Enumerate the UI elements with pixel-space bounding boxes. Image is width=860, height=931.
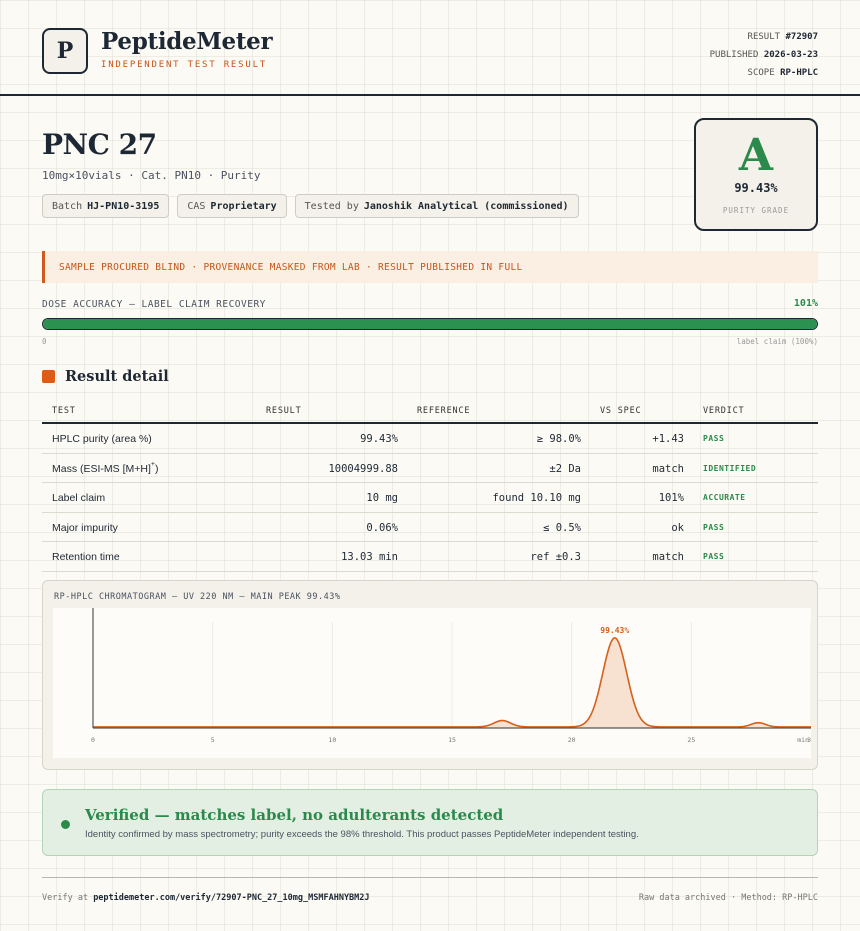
brand-subtitle: INDEPENDENT TEST RESULT: [101, 60, 268, 70]
chromatogram-chart: 051015202530min99.43%: [91, 608, 815, 744]
meta-result: RESULT #72907: [747, 32, 818, 42]
table-header: TEST RESULT REFERENCE VS SPEC VERDICT: [42, 398, 818, 424]
product-subtitle: 10mg×10vials · Cat. PN10 · Purity: [42, 169, 261, 182]
cell-verdict: IDENTIFIED: [703, 463, 757, 473]
cell-test: HPLC purity (area %): [52, 433, 152, 445]
x-tick-label: 5: [211, 736, 215, 744]
x-tick-label: 0: [91, 736, 95, 744]
verified-subtitle: Identity confirmed by mass spectrometry;…: [85, 829, 639, 840]
th-vs-spec: VS SPEC: [600, 406, 642, 416]
brand-name: PeptideMeter: [101, 28, 273, 55]
cell-vs-spec: match: [652, 551, 684, 563]
cell-test: Mass (ESI-MS [M+H]+): [52, 460, 159, 475]
x-tick-label: 15: [448, 736, 456, 744]
table-row: Label claim 10 mg found 10.10 mg 101% AC…: [42, 483, 818, 513]
footer-divider: [42, 877, 818, 878]
cell-verdict: ACCURATE: [703, 493, 746, 502]
cell-verdict: PASS: [703, 434, 725, 443]
th-reference: REFERENCE: [417, 406, 471, 416]
cell-result: 13.03 min: [341, 551, 398, 563]
provenance-notice: SAMPLE PROCURED BLIND · PROVENANCE MASKE…: [42, 251, 818, 283]
x-tick-label: 10: [328, 736, 336, 744]
cell-result: 10 mg: [366, 492, 398, 504]
cell-test: Label claim: [52, 492, 106, 504]
th-result: RESULT: [266, 406, 302, 416]
cell-vs-spec: +1.43: [652, 433, 684, 445]
x-axis-unit: min: [797, 736, 809, 744]
chromatogram-plot-area: 051015202530min99.43%: [53, 608, 815, 758]
meta-published: PUBLISHED 2026-03-23: [709, 50, 818, 60]
th-test: TEST: [52, 406, 76, 416]
report-header: P PeptideMeter INDEPENDENT TEST RESULT R…: [0, 0, 860, 96]
cell-reference: ±2 Da: [549, 462, 581, 475]
tested-by-chip: Tested by Janoshik Analytical (commission…: [294, 194, 579, 218]
section-marker: [42, 370, 55, 383]
meta-scope: SCOPE RP-HPLC: [747, 68, 818, 78]
product-title: PNC 27: [42, 128, 157, 161]
verified-dot-icon: [61, 820, 70, 829]
table-row: Retention time 13.03 min ref ±0.3 match …: [42, 542, 818, 572]
cell-result: 99.43%: [360, 433, 398, 445]
bar-min-label: 0: [42, 337, 47, 346]
verified-title: Verified — matches label, no adulterants…: [85, 806, 504, 824]
grade-label: PURITY GRADE: [722, 206, 790, 215]
dose-accuracy-label: DOSE ACCURACY — LABEL CLAIM RECOVERY: [42, 299, 266, 310]
chromatogram-title: RP-HPLC CHROMATOGRAM — UV 220 NM — MAIN …: [54, 592, 341, 602]
product-chips: Batch HJ-PN10-3195 CAS Proprietary Tested …: [42, 194, 579, 218]
result-meta: RESULT #72907 PUBLISHED 2026-03-23 SCOPE…: [710, 28, 818, 82]
batch-chip: Batch HJ-PN10-3195: [42, 194, 170, 218]
logo-icon: P: [42, 28, 88, 74]
x-tick-label: 25: [687, 736, 695, 744]
cell-test: Major impurity: [52, 521, 118, 534]
chromatogram-card: RP-HPLC CHROMATOGRAM — UV 220 NM — MAIN …: [42, 580, 818, 770]
th-verdict: VERDICT: [703, 406, 745, 416]
cell-verdict: PASS: [703, 522, 725, 532]
dose-accuracy-bar: [42, 318, 818, 330]
cell-reference: ≤ 0.5%: [543, 521, 581, 534]
cell-result: 0.06%: [366, 521, 398, 534]
footer-verify: Verify at peptidemeter.com/verify/72907-…: [42, 893, 370, 903]
dose-accuracy-value: 101%: [793, 298, 818, 309]
cell-result: 10004999.88: [328, 462, 398, 475]
grade-value: 99.43%: [734, 181, 778, 195]
cell-reference: ref ±0.3: [530, 551, 581, 563]
result-table: TEST RESULT REFERENCE VS SPEC VERDICT HP…: [42, 398, 818, 572]
verify-link[interactable]: peptidemeter.com/verify/72907-PNC_27_10m…: [93, 893, 369, 903]
cell-vs-spec: match: [652, 462, 684, 475]
cell-vs-spec: ok: [671, 521, 684, 534]
cell-reference: found 10.10 mg: [492, 492, 581, 504]
cell-vs-spec: 101%: [658, 492, 684, 504]
grade-letter: A: [738, 130, 774, 181]
verified-banner: Verified — matches label, no adulterants…: [42, 789, 818, 856]
x-tick-label: 20: [568, 736, 576, 744]
table-row: Mass (ESI-MS [M+H]+) 10004999.88 ±2 Da m…: [42, 454, 818, 483]
footer-method: Raw data archived · Method: RP-HPLC: [638, 893, 818, 903]
section-title: Result detail: [65, 368, 169, 385]
main-peak-label: 99.43%: [600, 626, 629, 635]
cas-chip: CAS Proprietary: [177, 194, 287, 218]
cell-reference: ≥ 98.0%: [536, 433, 581, 445]
table-row: HPLC purity (area %) 99.43% ≥ 98.0% +1.4…: [42, 424, 818, 454]
cell-test: Retention time: [52, 551, 120, 563]
dose-accuracy-fill: [43, 319, 817, 329]
purity-grade-card: A 99.43% PURITY GRADE: [694, 118, 818, 231]
cell-verdict: PASS: [703, 552, 725, 561]
table-row: Major impurity 0.06% ≤ 0.5% ok PASS: [42, 513, 818, 542]
bar-max-label: label claim (100%): [736, 337, 818, 346]
